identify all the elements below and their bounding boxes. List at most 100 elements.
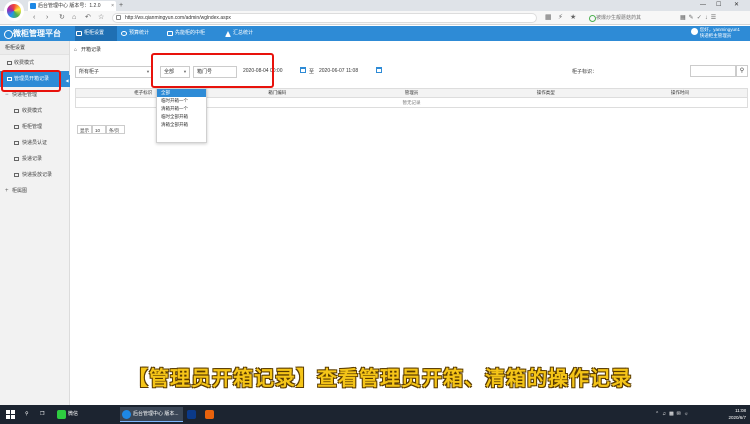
dropdown-option[interactable]: 清箱全部开箱 bbox=[157, 121, 206, 129]
user-info[interactable]: 您好，yanmingyun1 快递柜主管理员 bbox=[690, 27, 740, 39]
gear-icon bbox=[121, 31, 127, 36]
reload-icon[interactable]: ↻ bbox=[59, 11, 65, 25]
lightning-icon[interactable]: ⚡ bbox=[558, 11, 563, 25]
expand-icon[interactable]: + bbox=[5, 183, 9, 199]
plane-icon bbox=[225, 31, 231, 37]
search-icon: ⚲ bbox=[739, 68, 745, 74]
sidebar-item-charge-mode-sub[interactable]: 收费模式 bbox=[0, 103, 69, 119]
brand-title: 微柜管理平台 bbox=[4, 26, 61, 41]
sidebar-item-delivery-records[interactable]: 投递记录 bbox=[0, 151, 69, 167]
sidebar-item-courier-auth[interactable]: 快递员认证 bbox=[0, 135, 69, 151]
browser-tab[interactable]: 后台管理中心 版本号：1.2.0 × bbox=[28, 1, 116, 11]
tab-budget-stats[interactable]: 预算统计 bbox=[120, 26, 164, 41]
taskbar-app-browser[interactable]: 后台管理中心 版本... bbox=[120, 407, 183, 422]
grid-icon bbox=[14, 141, 19, 145]
app-header: 微柜管理平台 柜柜设置 预算统计 先能柜的中柜 汇总统计 您好，yanmingy… bbox=[0, 26, 750, 41]
grid-icon bbox=[14, 125, 19, 129]
avatar bbox=[690, 28, 698, 35]
tab-cabinet-settings[interactable]: 柜柜设置 bbox=[75, 26, 117, 41]
box-icon bbox=[167, 31, 173, 36]
sidebar-item-charge-mode[interactable]: 收费模式 bbox=[0, 55, 69, 71]
browser-icon bbox=[122, 410, 131, 419]
sidebar: 柜柜设置 收费模式 管理员开箱记录 − 快递柜管理 收费模式 柜柜管理 快递员认… bbox=[0, 41, 70, 405]
date-to-input[interactable]: 2020-06-07 11:08 bbox=[316, 66, 376, 78]
windows-start-icon[interactable] bbox=[6, 410, 15, 419]
cabinet-select[interactable]: 所有柜子 ▼ bbox=[75, 66, 153, 78]
grid-icon[interactable]: ▦ bbox=[545, 11, 552, 25]
sidebar-header: 柜柜设置 bbox=[0, 41, 69, 55]
calendar-icon[interactable] bbox=[376, 67, 382, 73]
pager-show-label: 显示 bbox=[77, 125, 92, 134]
tab-summary-stats[interactable]: 汇总统计 bbox=[224, 26, 264, 41]
address-toolbar: ‹ › ↻ ⌂ ↶ ☆ http://ws.qianmingyun.com/ad… bbox=[0, 11, 750, 25]
search-button[interactable]: ⚲ bbox=[736, 65, 748, 77]
sidebar-item-cabinet-management[interactable]: 柜柜管理 bbox=[0, 119, 69, 135]
illustrator-icon bbox=[205, 410, 214, 419]
tab-title: 后台管理中心 版本号：1.2.0 bbox=[38, 3, 101, 9]
cabinet-id-label: 柜子标识： bbox=[572, 69, 598, 75]
chevron-down-icon: ▼ bbox=[183, 69, 187, 74]
tab-close-icon[interactable]: × bbox=[111, 1, 114, 11]
taskbar-app-photoshop[interactable] bbox=[185, 407, 202, 422]
undo-icon[interactable]: ↶ bbox=[85, 11, 91, 25]
open-type-select[interactable]: 全部 ▼ bbox=[160, 66, 190, 78]
grid-icon bbox=[14, 173, 19, 177]
dropdown-option[interactable]: 临时全部开箱 bbox=[157, 113, 206, 121]
dropdown-option[interactable]: 清箱开箱一个 bbox=[157, 105, 206, 113]
grid-icon bbox=[14, 109, 19, 113]
taskbar-app-illustrator[interactable] bbox=[203, 407, 220, 422]
sidebar-item-admin-open-records[interactable]: 管理员开箱记录 bbox=[0, 71, 69, 87]
collapse-icon[interactable]: − bbox=[5, 87, 9, 103]
sidebar-collapse-button[interactable]: ◀ bbox=[64, 75, 70, 87]
pager-per-page-label: 条/页 bbox=[106, 125, 125, 134]
clock-time: 11:08 bbox=[735, 408, 746, 413]
toolbar-icons[interactable]: ▦✎✓↓☰ bbox=[680, 11, 719, 25]
dropdown-option[interactable]: 临时开箱一个 bbox=[157, 97, 206, 105]
user-role: 快递柜主管理员 bbox=[699, 33, 732, 38]
favicon-icon bbox=[30, 3, 36, 9]
tab-cabinet-center[interactable]: 先能柜的中柜 bbox=[166, 26, 222, 41]
box-number-input[interactable]: 箱门号 bbox=[193, 66, 237, 78]
column-header: 操作类型 bbox=[536, 90, 555, 95]
calendar-icon[interactable] bbox=[300, 67, 306, 73]
taskbar-app-wechat[interactable]: 微信 bbox=[55, 407, 115, 422]
system-tray-icons[interactable]: ⌃♫▩✉☼ bbox=[655, 405, 691, 424]
forward-icon[interactable]: › bbox=[46, 11, 48, 25]
home-icon[interactable]: ⌂ bbox=[72, 11, 76, 25]
bookmark-star-icon[interactable]: ★ bbox=[570, 11, 576, 25]
clock[interactable]: 11:08 2020/6/7 bbox=[728, 407, 746, 421]
monitor-icon bbox=[76, 31, 82, 36]
dropdown-option[interactable]: 全部 bbox=[157, 89, 206, 97]
browser-tab-bar: 后台管理中心 版本号：1.2.0 × + — ☐ ✕ bbox=[0, 0, 750, 21]
date-from-input[interactable]: 2020-08-04 00:00 bbox=[240, 66, 300, 78]
breadcrumb: 开箱记录 bbox=[74, 46, 101, 54]
clock-date: 2020/6/7 bbox=[728, 415, 746, 420]
chevron-down-icon: ▼ bbox=[146, 69, 150, 74]
column-header: 箱门编码 bbox=[268, 90, 287, 95]
url-text: http://ws.qianmingyun.com/admin/wglndex.… bbox=[125, 15, 231, 21]
sidebar-item-parcel-records[interactable]: 快递投放记录 bbox=[0, 167, 69, 183]
new-tab-button[interactable]: + bbox=[119, 0, 123, 11]
minimize-button[interactable]: — bbox=[700, 0, 706, 11]
column-header: 操作时间 bbox=[670, 90, 689, 95]
column-header: 管理员 bbox=[404, 90, 419, 95]
grid-icon bbox=[7, 61, 12, 65]
maximize-button[interactable]: ☐ bbox=[716, 0, 721, 11]
document-icon bbox=[7, 77, 12, 81]
page-info-icon bbox=[116, 15, 121, 20]
open-type-dropdown: 全部 临时开箱一个 清箱开箱一个 临时全部开箱 清箱全部开箱 bbox=[156, 88, 207, 143]
close-window-button[interactable]: ✕ bbox=[734, 0, 739, 11]
browser-logo-icon[interactable] bbox=[4, 1, 24, 21]
back-icon[interactable]: ‹ bbox=[33, 11, 35, 25]
cabinet-id-input[interactable] bbox=[690, 65, 736, 77]
photoshop-icon bbox=[187, 410, 196, 419]
page-size-select[interactable]: 10 bbox=[92, 125, 106, 134]
browser-search-box[interactable]: 被爆炒生靓蘑菇药其 bbox=[588, 13, 668, 23]
task-view-icon[interactable]: ❐ bbox=[40, 405, 44, 424]
search-icon[interactable]: ⚲ bbox=[25, 405, 29, 424]
video-caption: 【管理员开箱记录】查看管理员开箱、清箱的操作记录 bbox=[128, 368, 632, 390]
favorite-icon[interactable]: ☆ bbox=[98, 11, 104, 25]
url-input[interactable]: http://ws.qianmingyun.com/admin/wglndex.… bbox=[112, 13, 537, 23]
sidebar-group-cabinet-map[interactable]: + 柜属图 bbox=[0, 183, 69, 199]
sidebar-group-locker-management[interactable]: − 快递柜管理 bbox=[0, 87, 69, 103]
